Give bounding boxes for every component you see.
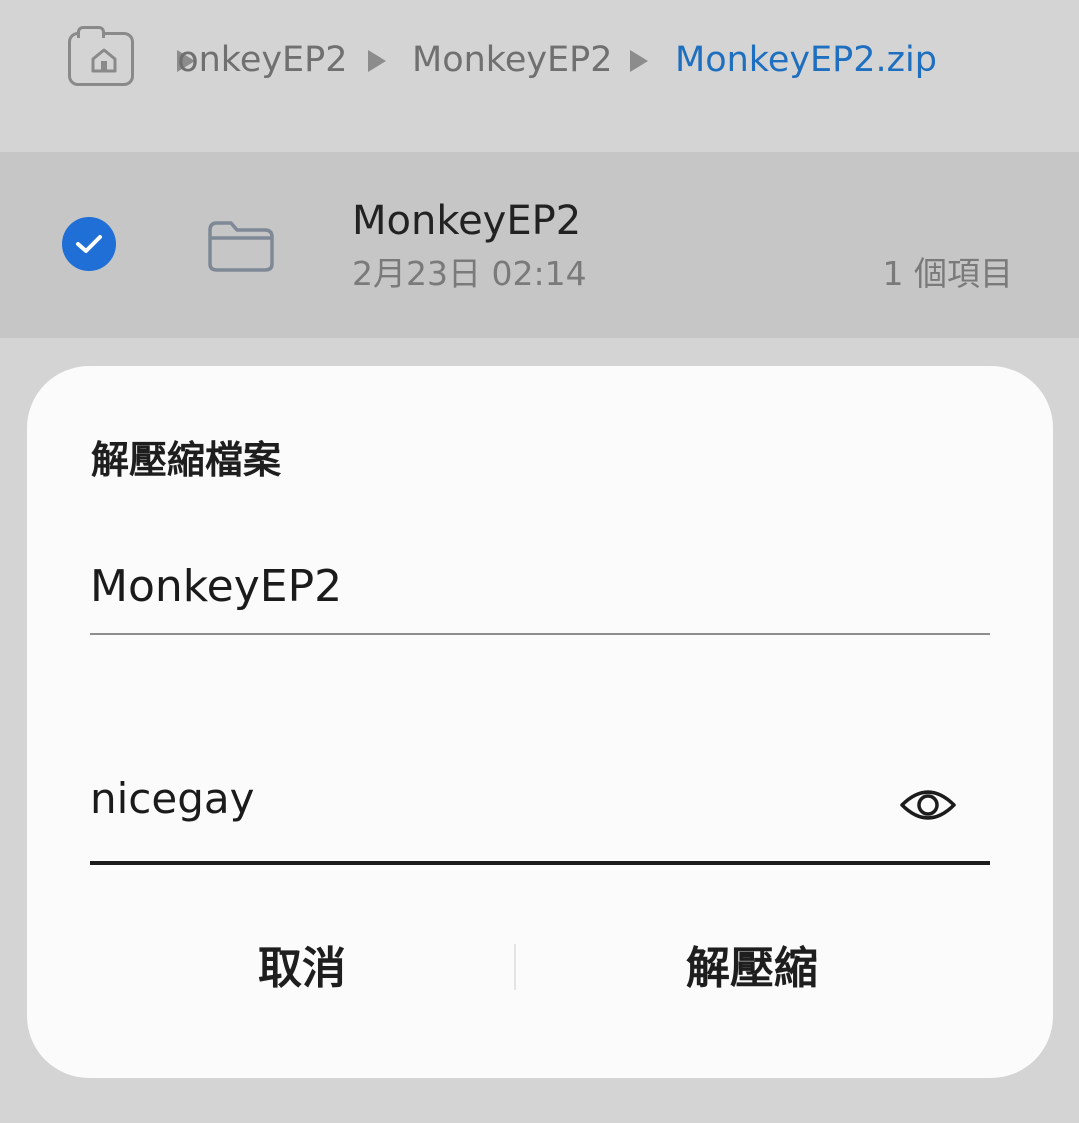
folder-name-field [90, 556, 990, 635]
folder-name-input[interactable] [90, 556, 990, 616]
breadcrumb-item-current[interactable]: MonkeyEP2.zip [675, 38, 937, 82]
triangle-right-icon [368, 50, 386, 72]
screen: MonkeyEP2 MonkeyEP2 MonkeyEP2.zip Monkey… [0, 0, 1079, 1123]
folder-name: MonkeyEP2 [352, 198, 582, 244]
extract-dialog: 解壓縮檔案 取消 解壓縮 [27, 366, 1053, 1078]
cancel-button[interactable]: 取消 [97, 934, 507, 1004]
folder-date: 2月23日 02:14 [352, 254, 587, 293]
breadcrumb: MonkeyEP2 MonkeyEP2 MonkeyEP2.zip [0, 0, 1079, 152]
button-divider [514, 944, 516, 990]
home-icon [91, 48, 117, 73]
check-circle-icon[interactable] [62, 217, 116, 271]
breadcrumb-item-2[interactable]: MonkeyEP2 [412, 38, 613, 82]
extract-button[interactable]: 解壓縮 [547, 934, 957, 1004]
folder-icon [208, 221, 274, 272]
folder-name-underline [90, 633, 990, 635]
folder-item-count: 1 個項目 [882, 254, 1014, 293]
password-field [90, 768, 990, 865]
triangle-right-icon [630, 50, 648, 72]
password-underline [90, 861, 990, 865]
password-input[interactable] [90, 768, 870, 828]
breadcrumb-item-clip: MonkeyEP2 [175, 38, 345, 82]
eye-icon[interactable] [900, 785, 956, 825]
breadcrumb-item-1[interactable]: MonkeyEP2 [175, 38, 345, 82]
home-button[interactable] [68, 26, 134, 86]
dialog-title: 解壓縮檔案 [91, 438, 282, 482]
